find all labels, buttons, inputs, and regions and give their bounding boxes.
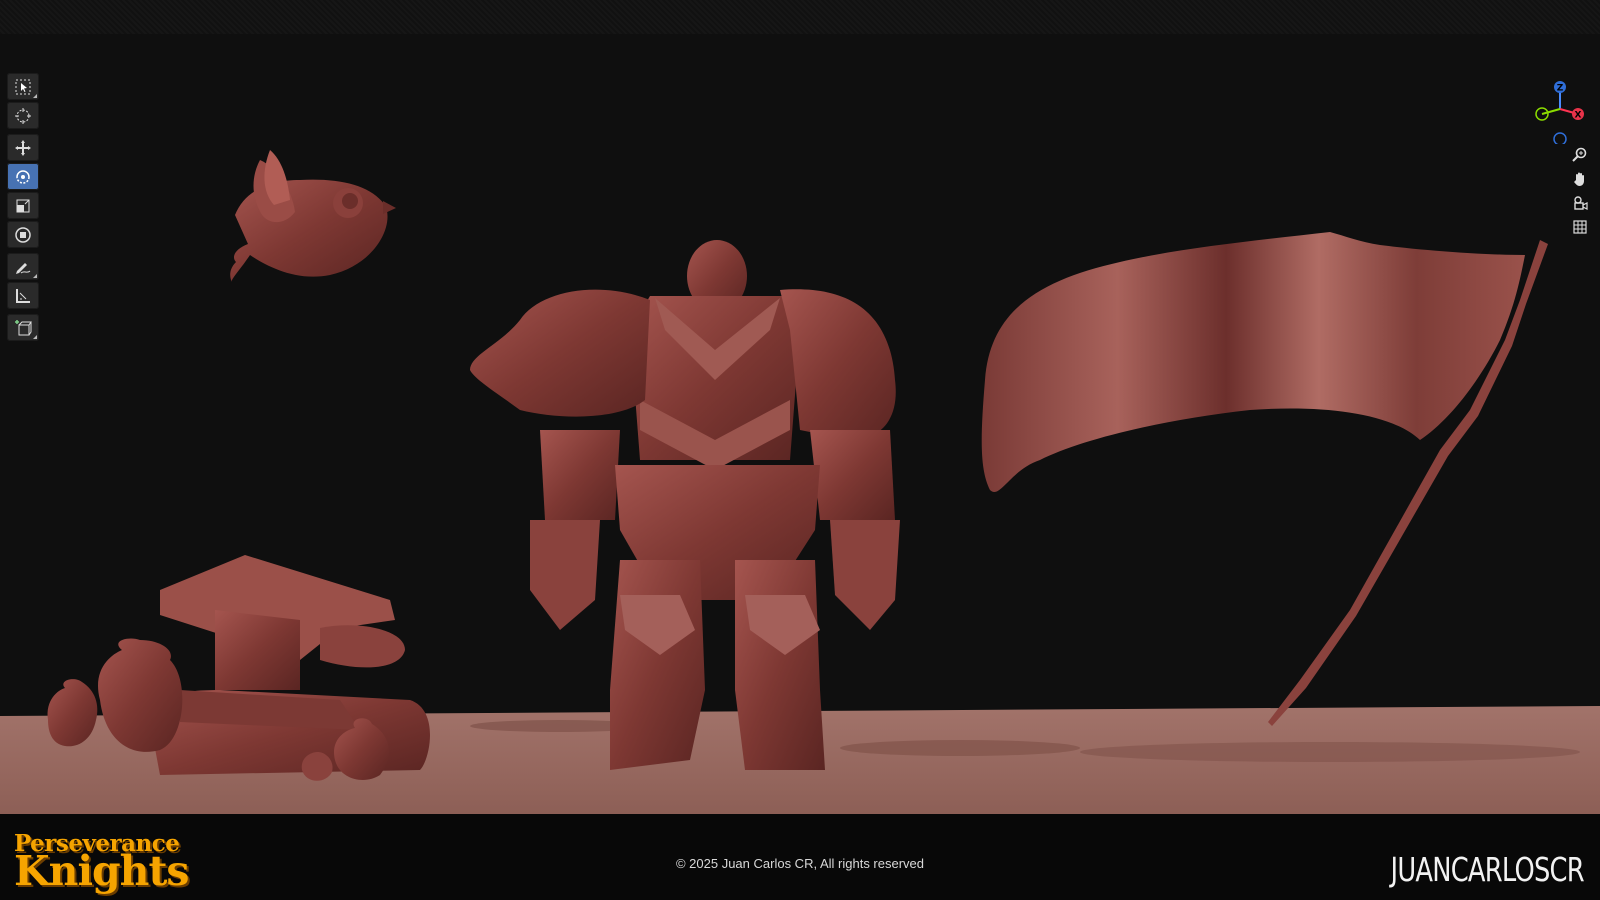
svg-text:X: X <box>1575 111 1582 121</box>
scene-render <box>0 150 1600 814</box>
add-cube-icon <box>15 319 32 335</box>
annotate-icon <box>16 262 31 274</box>
copyright-text: © 2025 Juan Carlos CR, All rights reserv… <box>675 856 925 871</box>
camera-view-button[interactable] <box>1568 192 1592 214</box>
grid-icon <box>1573 220 1587 234</box>
transform-tool[interactable] <box>7 221 39 248</box>
perspective-toggle-button[interactable] <box>1568 216 1592 238</box>
move-icon <box>15 139 31 156</box>
scale-icon <box>16 199 30 212</box>
top-bar <box>0 0 1600 34</box>
author-signature: JUANCARLOSCR <box>1390 850 1585 889</box>
svg-text:Z: Z <box>1557 84 1564 94</box>
add-cube-tool[interactable] <box>7 314 39 341</box>
navigation-gizmo[interactable]: Z X <box>1530 74 1590 146</box>
3d-viewport[interactable]: Z X <box>0 34 1600 814</box>
cursor-icon <box>15 107 31 124</box>
annotate-tool[interactable] <box>7 253 39 280</box>
bird-model <box>230 150 396 282</box>
cursor-tool[interactable] <box>7 102 39 129</box>
select-box-icon <box>15 79 31 94</box>
pan-hand-icon <box>1574 172 1584 186</box>
banner-flag-model <box>981 232 1548 726</box>
measure-icon <box>16 288 30 303</box>
measure-tool[interactable] <box>7 282 39 309</box>
project-logo: Perseverance Knights <box>14 832 194 892</box>
select-box-tool[interactable] <box>7 73 39 100</box>
camera-icon <box>1574 196 1588 210</box>
move-tool[interactable] <box>7 134 39 161</box>
rotate-icon <box>16 169 30 184</box>
scale-tool[interactable] <box>7 192 39 219</box>
logo-line-2: Knights <box>14 847 190 895</box>
knight-model <box>470 240 900 770</box>
zoom-icon <box>1572 147 1587 162</box>
zoom-button[interactable] <box>1568 144 1592 166</box>
transform-icon <box>15 226 31 243</box>
rotate-tool[interactable] <box>7 163 39 190</box>
pan-button[interactable] <box>1568 168 1592 190</box>
neg-z-axis-icon <box>1553 132 1567 146</box>
